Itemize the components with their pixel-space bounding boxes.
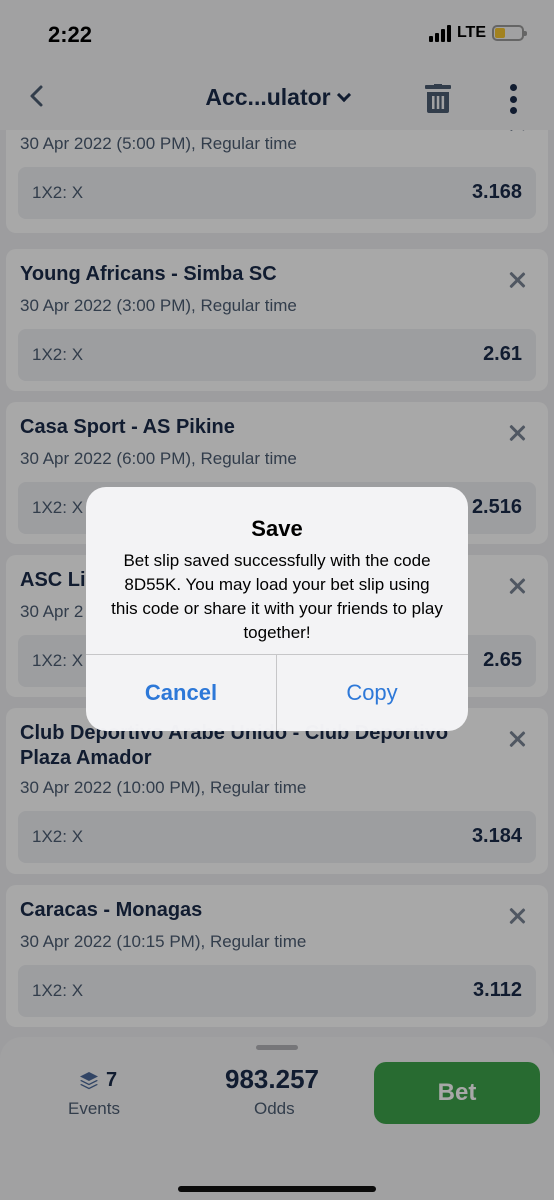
dialog-message: Bet slip saved successfully with the cod… <box>111 551 443 642</box>
app-screen: 2:22 LTE Acc...ulator 30 Apr 2022 (5:00 … <box>0 0 554 1200</box>
copy-button[interactable]: Copy <box>277 655 467 731</box>
dialog-title: Save <box>251 516 303 541</box>
save-dialog: Save Bet slip saved successfully with th… <box>86 487 468 731</box>
cancel-button[interactable]: Cancel <box>86 655 276 731</box>
